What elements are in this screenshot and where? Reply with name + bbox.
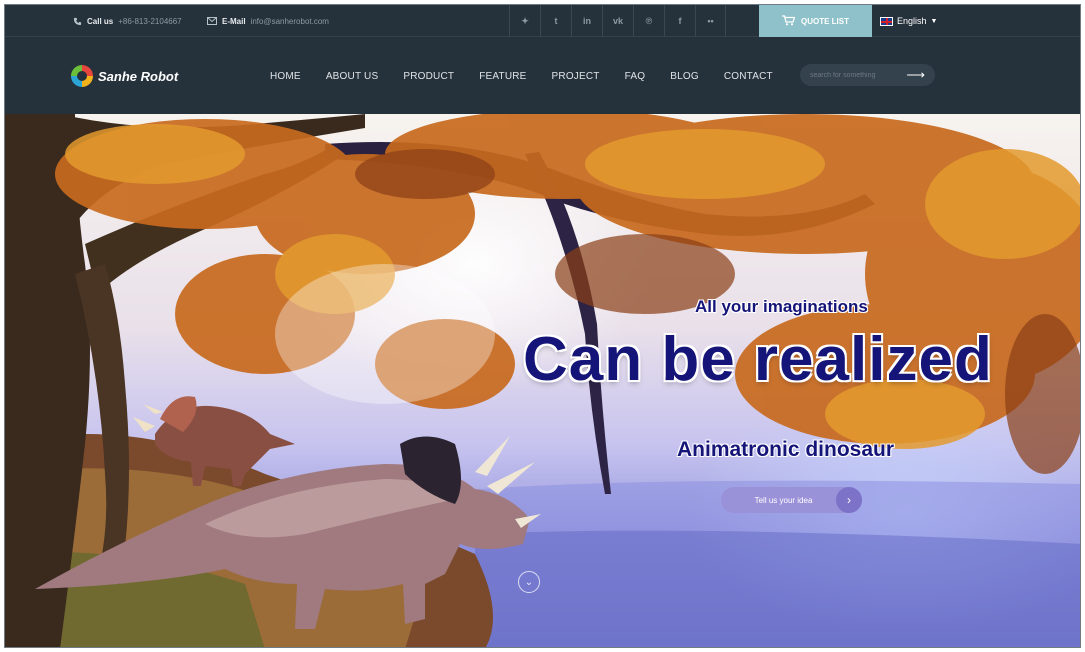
tell-us-your-idea-button[interactable]: Tell us your idea › [721,487,862,513]
nav-item-faq[interactable]: FAQ [625,71,646,82]
pinterest-icon[interactable]: ℗ [633,5,664,37]
twitter-icon[interactable]: ✦ [509,5,540,37]
language-selector[interactable]: English ▼ [880,5,937,37]
nav-item-about-us[interactable]: ABOUT US [326,71,379,82]
flickr-icon[interactable]: •• [695,5,726,37]
hero-headline: Can be realized [523,325,993,394]
search-input[interactable] [810,71,905,79]
language-label: English [897,16,927,26]
nav-item-feature[interactable]: FEATURE [479,71,526,82]
phone-contact: Call us +86-813-2104667 [73,5,182,37]
envelope-icon [207,17,217,25]
phone-icon [73,17,82,26]
search-box: ⟶ [800,64,935,86]
hero-tagline: All your imaginations [695,297,868,316]
brand-name: Sanhe Robot [98,68,179,84]
hero-subheading: Animatronic dinosaur [677,438,895,461]
nav-item-blog[interactable]: BLOG [670,71,699,82]
nav-item-project[interactable]: PROJECT [552,71,600,82]
caret-down-icon: ▼ [930,17,938,25]
facebook-icon[interactable]: f [664,5,695,37]
browser-viewport: Call us +86-813-2104667 E-Mail info@sanh… [4,4,1081,648]
tumblr-icon[interactable]: t [540,5,571,37]
quote-list-button[interactable]: QUOTE LIST [759,5,872,37]
nav-item-contact[interactable]: CONTACT [724,71,773,82]
quote-list-label: QUOTE LIST [801,16,849,26]
cta-label: Tell us your idea [754,495,813,505]
hero-banner: All your imaginations Can be realized An… [5,114,1080,647]
logo-icon [71,65,93,87]
email-contact: E-Mail info@sanherobot.com [207,5,329,37]
social-links: ✦ t in vk ℗ f •• [509,5,726,37]
arrow-right-icon[interactable]: ⟶ [906,67,925,83]
top-bar: Call us +86-813-2104667 E-Mail info@sanh… [5,5,1080,37]
vk-icon[interactable]: vk [602,5,633,37]
scroll-down-icon[interactable]: ⌄ [518,571,540,593]
nav-item-home[interactable]: HOME [270,71,301,82]
linkedin-icon[interactable]: in [571,5,602,37]
nav-item-product[interactable]: PRODUCT [403,71,454,82]
brand-logo[interactable]: Sanhe Robot [71,65,178,87]
chevron-right-icon: › [836,487,862,513]
main-navbar: Sanhe Robot HOME ABOUT US PRODUCT FEATURE PR… [5,38,1080,114]
main-menu: HOME ABOUT US PRODUCT FEATURE PROJECT FAQ BLOG… [270,38,773,114]
uk-flag-icon [880,16,893,26]
cart-icon [782,14,796,28]
